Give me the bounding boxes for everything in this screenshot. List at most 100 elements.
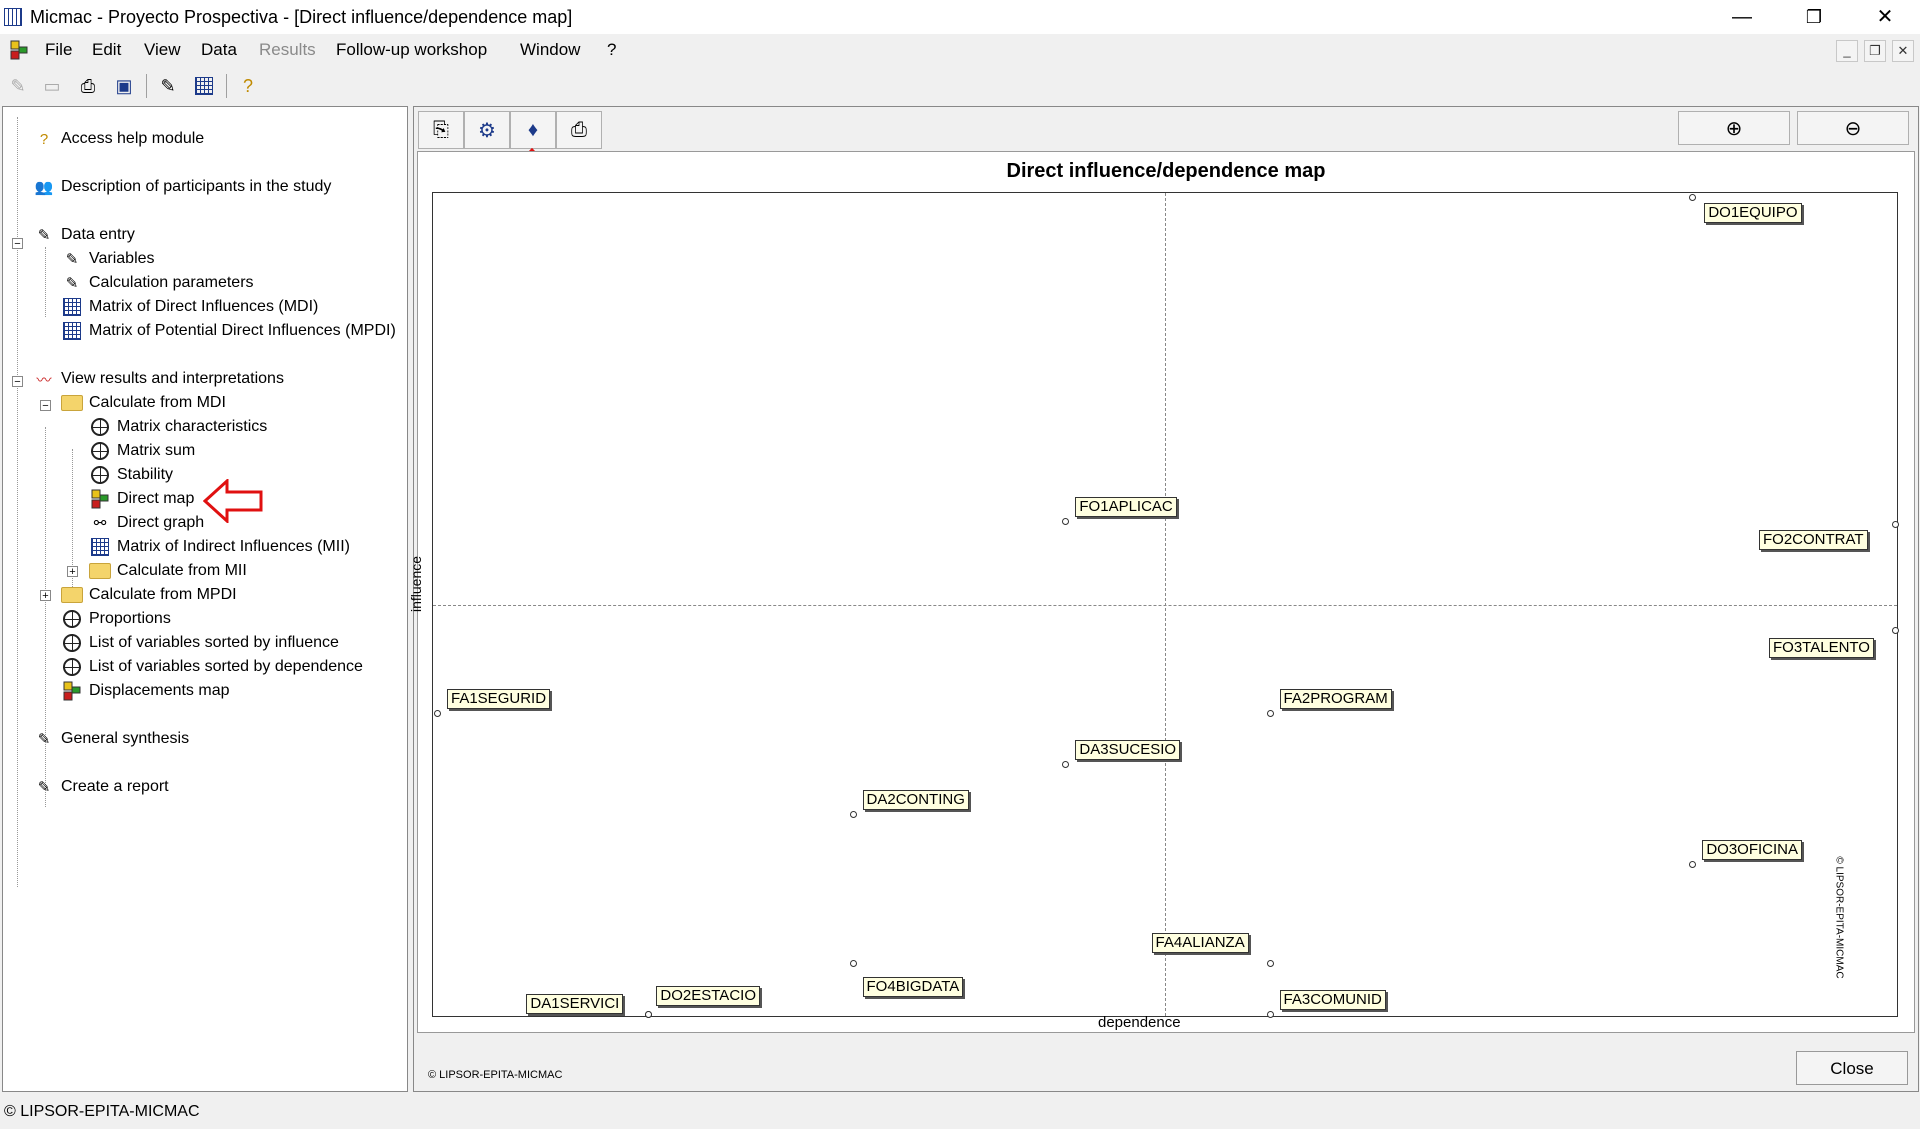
menu-window[interactable]: Window <box>520 40 580 60</box>
tree-item-displacements[interactable]: Displacements map <box>61 680 230 702</box>
status-bar: © LIPSOR-EPITA-MICMAC <box>4 1103 200 1120</box>
tree-item-calc-mpdi[interactable]: Calculate from MPDI <box>61 584 237 606</box>
tree-item-report[interactable]: ✎ Create a report <box>33 776 169 798</box>
matrix-icon <box>89 536 111 558</box>
tree-item-mdi[interactable]: Matrix of Direct Influences (MDI) <box>61 296 318 318</box>
save-icon[interactable]: ▣ <box>110 72 138 100</box>
data-label-fo3talento[interactable]: FO3TALENTO <box>1769 638 1874 658</box>
tree-item-stability[interactable]: Stability <box>89 464 173 486</box>
tree-item-mii[interactable]: Matrix of Indirect Influences (MII) <box>89 536 350 558</box>
tree-item-direct-map[interactable]: Direct map <box>89 488 194 510</box>
folder-icon <box>61 584 83 606</box>
micmac-logo-icon[interactable] <box>9 39 29 61</box>
menu-edit[interactable]: Edit <box>92 40 121 60</box>
expand-calc-mdi[interactable]: − <box>40 400 51 412</box>
menu-help[interactable]: ? <box>607 40 616 60</box>
zoom-in-icon[interactable]: ⊕ <box>1678 111 1790 145</box>
variables-icon: ✎ <box>65 251 79 268</box>
data-label-fa1segurid[interactable]: FA1SEGURID <box>447 688 551 709</box>
menu-results[interactable]: Results <box>259 40 316 60</box>
data-label-da3sucesio[interactable]: DA3SUCESIO <box>1075 739 1181 760</box>
settings-icon[interactable]: ⚙ <box>464 111 510 149</box>
expand-calc-mii[interactable]: + <box>67 566 78 578</box>
expand-view-results[interactable]: − <box>12 376 23 388</box>
close-window-button[interactable]: ✕ <box>1857 0 1913 34</box>
data-point-fo3talento <box>1892 627 1899 634</box>
expand-calc-mpdi[interactable]: + <box>40 590 51 602</box>
menu-follow-up-workshop[interactable]: Follow-up workshop <box>336 40 487 60</box>
tree-item-mpdi[interactable]: Matrix of Potential Direct Influences (M… <box>61 320 396 342</box>
close-button[interactable]: Close <box>1796 1051 1908 1085</box>
mdi-restore-button[interactable]: ❐ <box>1864 40 1886 62</box>
side-copyright: © LIPSOR-EPITA-MICMAC <box>1833 856 1845 979</box>
report-icon: ✎ <box>37 779 51 796</box>
map-window: ⎘ ⚙ ♦ ⎙ ⊕ ⊖ Direct influence/dependence … <box>408 106 1919 1092</box>
new-icon[interactable]: ✎ <box>4 72 32 100</box>
data-label-da1servici[interactable]: DA1SERVICI <box>526 994 624 1014</box>
tree-item-participants[interactable]: 👥 Description of participants in the stu… <box>33 176 332 198</box>
zoom-out-icon[interactable]: ⊖ <box>1797 111 1909 145</box>
target-icon <box>89 464 111 486</box>
data-point-fo4bigdata <box>849 959 857 967</box>
data-label-fo1aplicac[interactable]: FO1APLICAC <box>1075 496 1177 517</box>
tree-item-sorted-influence[interactable]: List of variables sorted by influence <box>61 632 339 654</box>
tree-item-proportions[interactable]: Proportions <box>61 608 171 630</box>
data-point-fa1segurid <box>434 709 441 717</box>
data-label-do1equipo[interactable]: DO1EQUIPO <box>1704 203 1802 223</box>
menu-view[interactable]: View <box>144 40 181 60</box>
data-label-da2conting[interactable]: DA2CONTING <box>862 789 969 810</box>
target-icon <box>61 608 83 630</box>
graph-icon: ⚯ <box>93 515 107 532</box>
open-folder-icon[interactable]: ▭ <box>38 72 66 100</box>
menu-data[interactable]: Data <box>201 40 237 60</box>
print-icon[interactable]: ⎙ <box>74 72 102 100</box>
data-label-do2estacio[interactable]: DO2ESTACIO <box>656 986 760 1006</box>
tree-item-calc-mii[interactable]: Calculate from MII <box>89 560 247 582</box>
main-toolbar: ✎ ▭ ⎙ ▣ ✎ ? <box>0 68 1920 102</box>
data-label-fa2program[interactable]: FA2PROGRAM <box>1279 688 1392 709</box>
display-labels-icon[interactable]: ♦ <box>510 111 556 149</box>
tree-item-synthesis[interactable]: ✎ General synthesis <box>33 728 189 750</box>
menu-file[interactable]: File <box>45 40 72 60</box>
minimize-button[interactable]: — <box>1714 0 1770 34</box>
target-icon <box>89 416 111 438</box>
data-label-fo2contrat[interactable]: FO2CONTRAT <box>1759 529 1868 550</box>
tree-item-matrix-characteristics[interactable]: Matrix characteristics <box>89 416 267 438</box>
mdi-minimize-button[interactable]: _ <box>1836 40 1858 62</box>
tree-item-direct-graph[interactable]: ⚯ Direct graph <box>89 512 204 534</box>
tree-item-sorted-dependence[interactable]: List of variables sorted by dependence <box>61 656 363 678</box>
horizontal-mean-line <box>433 604 1897 606</box>
synthesis-icon: ✎ <box>37 731 51 748</box>
menu-bar: File Edit View Data Results Follow-up wo… <box>0 36 1920 64</box>
tree-item-variables[interactable]: ✎ Variables <box>61 248 155 270</box>
tree-item-data-entry[interactable]: ✎ Data entry <box>33 224 135 246</box>
data-entry-icon: ✎ <box>37 227 51 244</box>
tree-item-calc-mdi[interactable]: Calculate from MDI <box>61 392 226 414</box>
target-icon <box>89 440 111 462</box>
tree-item-calc-params[interactable]: ✎ Calculation parameters <box>61 272 254 294</box>
x-axis-label: dependence <box>1098 1014 1181 1031</box>
data-label-fa3comunid[interactable]: FA3COMUNID <box>1279 990 1386 1010</box>
tree-item-help[interactable]: ? Access help module <box>33 128 204 150</box>
map-icon <box>89 488 111 510</box>
map-title: Direct influence/dependence map <box>1006 160 1326 182</box>
data-label-fo4bigdata[interactable]: FO4BIGDATA <box>862 976 964 997</box>
data-point-do3oficina <box>1689 860 1697 868</box>
variables-icon[interactable]: ✎ <box>154 72 182 100</box>
help-icon[interactable]: ? <box>234 72 262 100</box>
matrix-icon[interactable] <box>190 72 218 100</box>
data-point-fo1aplicac <box>1062 517 1070 525</box>
maximize-button[interactable]: ❐ <box>1786 0 1842 34</box>
help-icon: ? <box>39 130 49 148</box>
expand-data-entry[interactable]: − <box>12 238 23 250</box>
data-point-fa4alianza <box>1266 959 1274 967</box>
mdi-close-button[interactable]: ✕ <box>1892 40 1914 62</box>
tree-item-view-results[interactable]: 〰 View results and interpretations <box>33 368 283 390</box>
data-label-fa4alianza[interactable]: FA4ALIANZA <box>1151 932 1249 953</box>
tree-item-matrix-sum[interactable]: Matrix sum <box>89 440 195 462</box>
folder-icon <box>89 560 111 582</box>
data-label-do3oficina[interactable]: DO3OFICINA <box>1702 839 1803 860</box>
print-icon[interactable]: ⎙ <box>556 111 602 149</box>
matrix-icon <box>61 320 83 342</box>
copy-icon[interactable]: ⎘ <box>418 111 464 149</box>
